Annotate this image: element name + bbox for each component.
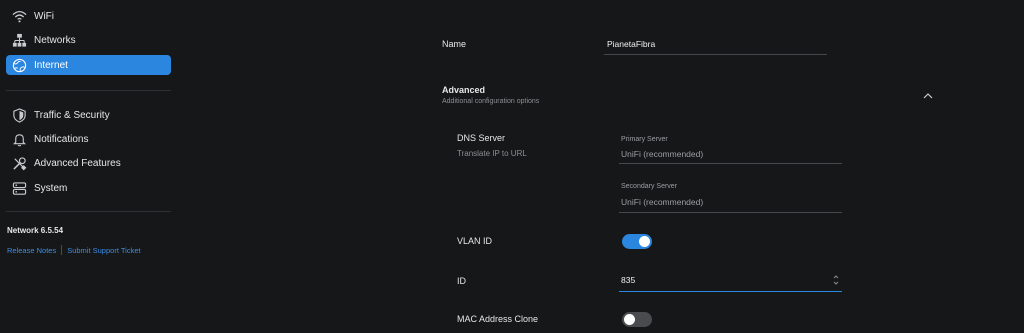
bell-icon bbox=[10, 130, 28, 148]
primary-server-underline bbox=[619, 163, 842, 164]
name-label: Name bbox=[442, 39, 467, 49]
primary-server-label: Primary Server bbox=[621, 136, 668, 143]
sidebar-item-label: Internet bbox=[34, 59, 68, 71]
mac-address-clone-toggle[interactable] bbox=[622, 312, 652, 327]
sidebar: WiFi Networks Internet Traffic & Securit… bbox=[0, 0, 178, 333]
link-separator bbox=[61, 245, 63, 255]
sidebar-divider bbox=[6, 211, 171, 212]
server-icon bbox=[10, 179, 28, 197]
number-stepper-icon[interactable] bbox=[833, 274, 839, 286]
sidebar-item-label: Networks bbox=[34, 34, 76, 46]
sidebar-item-internet[interactable]: Internet bbox=[6, 55, 171, 75]
sidebar-item-label: Notifications bbox=[34, 133, 89, 145]
sidebar-item-label: Advanced Features bbox=[34, 157, 121, 169]
sidebar-item-label: System bbox=[34, 182, 68, 194]
sidebar-item-label: Traffic & Security bbox=[34, 109, 110, 121]
globe-icon bbox=[10, 56, 28, 74]
id-label: ID bbox=[457, 276, 466, 286]
sidebar-item-traffic-security[interactable]: Traffic & Security bbox=[6, 105, 171, 125]
sidebar-item-advanced-features[interactable]: Advanced Features bbox=[6, 153, 171, 173]
vlan-id-toggle[interactable] bbox=[622, 234, 652, 249]
sidebar-item-wifi[interactable]: WiFi bbox=[6, 6, 171, 26]
toggle-knob bbox=[639, 236, 650, 247]
footer-links: Release Notes Submit Support Ticket bbox=[7, 245, 141, 255]
advanced-title: Advanced bbox=[442, 85, 486, 95]
sidebar-item-networks[interactable]: Networks bbox=[6, 30, 171, 50]
advanced-subtitle: Additional configuration options bbox=[442, 98, 540, 105]
mac-address-clone-label: MAC Address Clone bbox=[457, 314, 539, 324]
sidebar-divider bbox=[6, 90, 171, 91]
toggle-knob bbox=[624, 314, 635, 325]
name-input[interactable]: PianetaFibra bbox=[607, 39, 655, 49]
release-notes-link[interactable]: Release Notes bbox=[7, 246, 56, 255]
secondary-server-select[interactable]: UniFi (recommended) bbox=[621, 197, 703, 207]
sidebar-item-notifications[interactable]: Notifications bbox=[6, 129, 171, 149]
wifi-icon bbox=[10, 7, 28, 25]
id-input-underline bbox=[619, 291, 842, 292]
dns-server-label: DNS Server bbox=[457, 133, 506, 143]
vlan-id-label: VLAN ID bbox=[457, 236, 493, 246]
tools-icon bbox=[10, 154, 28, 172]
secondary-server-label: Secondary Server bbox=[621, 183, 678, 190]
support-ticket-link[interactable]: Submit Support Ticket bbox=[67, 246, 140, 255]
secondary-server-underline bbox=[619, 212, 842, 213]
version-label: Network 6.5.54 bbox=[7, 226, 64, 235]
sidebar-item-system[interactable]: System bbox=[6, 178, 171, 198]
chevron-up-icon[interactable] bbox=[923, 92, 933, 100]
sidebar-item-label: WiFi bbox=[34, 10, 54, 22]
dns-server-sublabel: Translate IP to URL bbox=[457, 149, 527, 158]
networks-icon bbox=[10, 31, 28, 49]
name-input-underline bbox=[604, 54, 827, 55]
shield-icon bbox=[10, 106, 28, 124]
id-input[interactable]: 835 bbox=[621, 275, 635, 285]
settings-form: Name PianetaFibra Advanced Additional co… bbox=[190, 0, 1024, 333]
primary-server-select[interactable]: UniFi (recommended) bbox=[621, 149, 703, 159]
